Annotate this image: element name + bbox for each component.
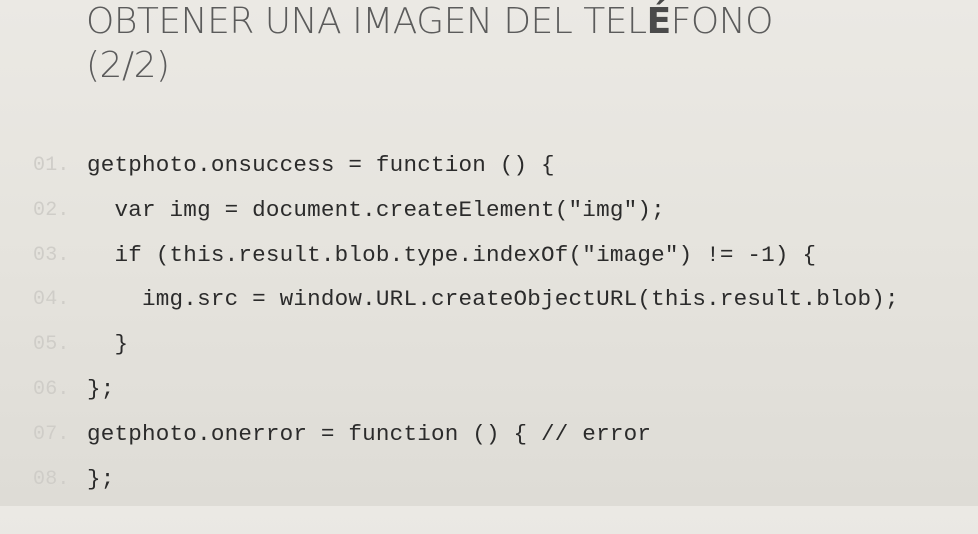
slide-title: OBTENER UNA IMAGEN DEL TELÉFONO (2/2) <box>86 0 966 88</box>
slide: OBTENER UNA IMAGEN DEL TELÉFONO (2/2) 01… <box>0 0 978 506</box>
title-accent-letter: É <box>646 1 672 42</box>
line-number: 04. <box>33 288 70 312</box>
line-number: 02. <box>33 198 70 222</box>
code-block: 01. getphoto.onsuccess = function () { 0… <box>0 144 978 502</box>
code-line: 03. if (this.result.blob.type.indexOf("i… <box>0 234 978 279</box>
title-text-end: FONO <box>670 1 774 42</box>
line-number: 06. <box>33 377 70 401</box>
code-text: }; <box>87 465 115 492</box>
code-text: }; <box>87 375 115 402</box>
code-text: getphoto.onsuccess = function () { <box>87 152 555 178</box>
code-line: 02. var img = document.createElement("im… <box>0 189 978 234</box>
line-number: 03. <box>33 243 70 267</box>
code-text: } <box>87 331 129 358</box>
title-line-2: (2/2) <box>86 45 170 86</box>
code-line: 01. getphoto.onsuccess = function () { <box>0 144 978 189</box>
line-number: 08. <box>33 467 70 491</box>
line-number: 07. <box>33 422 70 446</box>
code-line: 05. } <box>0 323 978 368</box>
code-line: 07. getphoto.onerror = function () { // … <box>0 413 978 458</box>
code-text: getphoto.onerror = function () { // erro… <box>87 420 652 447</box>
code-line: 06. }; <box>0 368 978 413</box>
title-text-start: OBTENER UNA IMAGEN DEL TEL <box>86 1 647 42</box>
title-line-1: OBTENER UNA IMAGEN DEL TELÉFONO <box>86 0 966 44</box>
code-text: var img = document.createElement("img"); <box>87 196 665 223</box>
line-number: 05. <box>33 333 70 357</box>
line-number: 01. <box>33 154 70 177</box>
code-line: 08. }; <box>0 458 978 503</box>
code-line: 04. img.src = window.URL.createObjectURL… <box>0 278 978 323</box>
code-text: img.src = window.URL.createObjectURL(thi… <box>87 286 899 313</box>
code-text: if (this.result.blob.type.indexOf("image… <box>87 241 817 268</box>
